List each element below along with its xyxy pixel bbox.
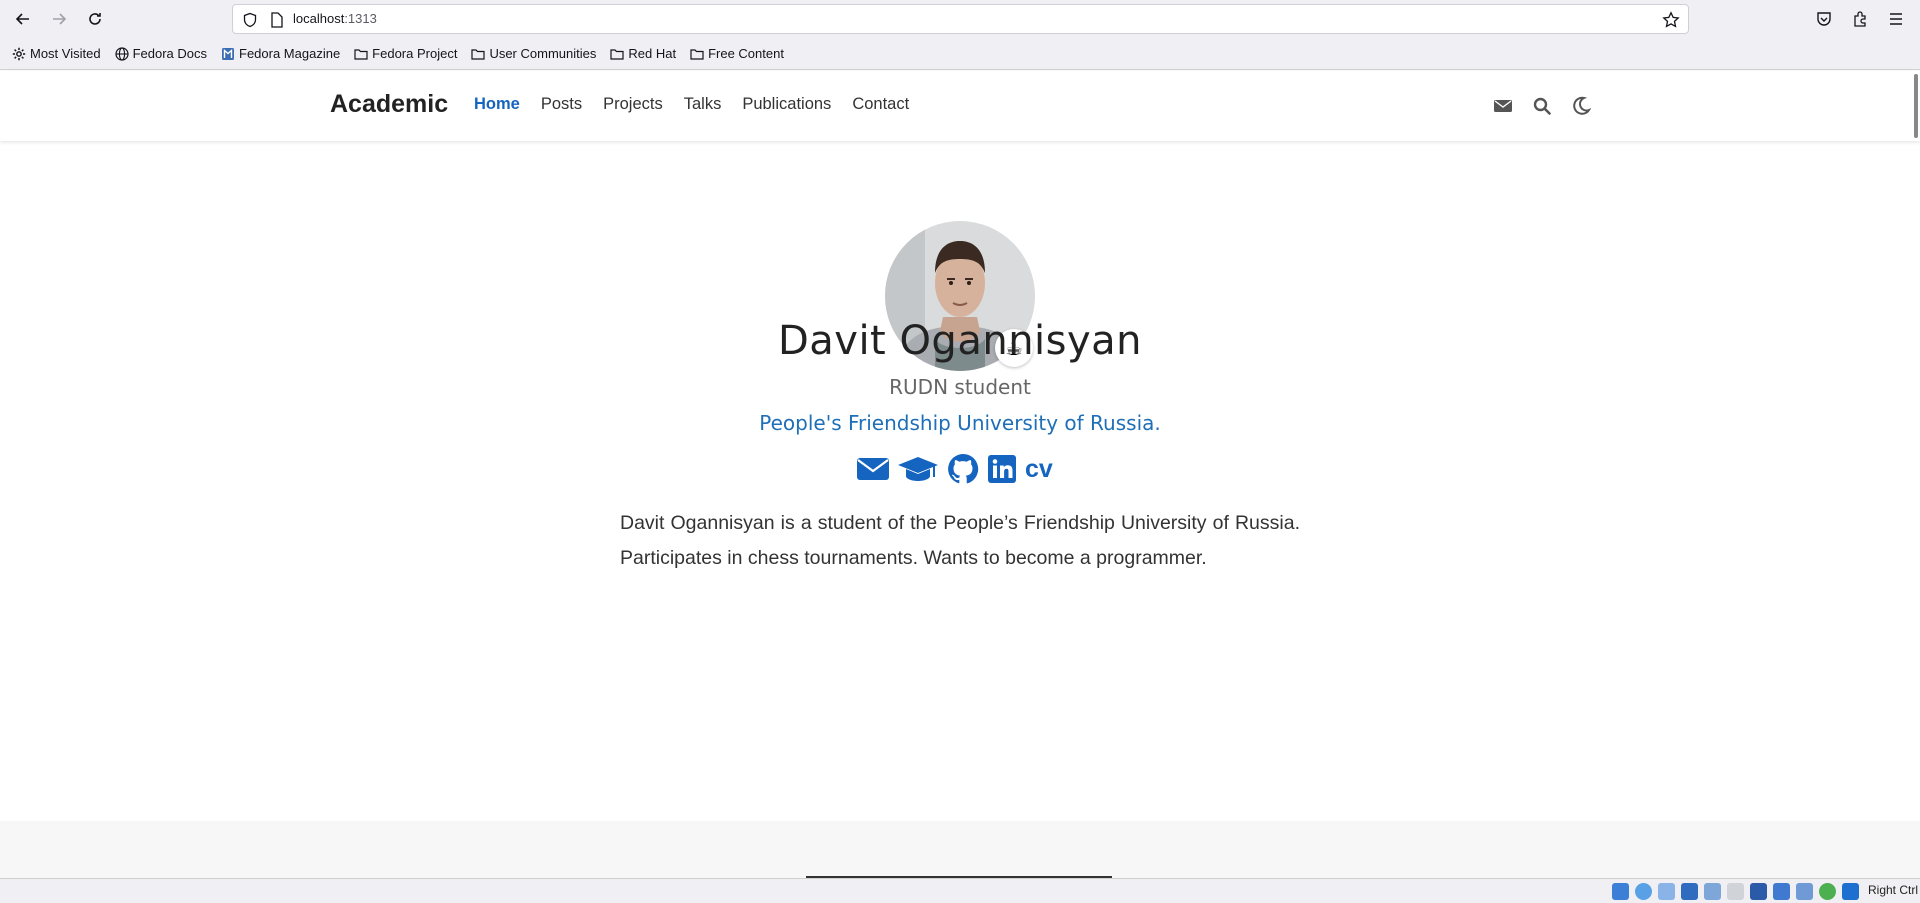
optical-drive-icon[interactable] — [1635, 883, 1652, 900]
website-viewport: Academic Home Posts Projects Talks Publi… — [0, 71, 1920, 831]
envelope-icon[interactable] — [1493, 96, 1513, 116]
bookmark-user-communities[interactable]: User Communities — [471, 46, 596, 61]
site-navbar: Academic Home Posts Projects Talks Publi… — [0, 71, 1920, 141]
github-icon — [948, 453, 979, 484]
reload-button[interactable] — [81, 6, 109, 32]
social-links: cv — [857, 453, 1062, 485]
back-arrow-icon — [15, 13, 29, 25]
extensions-icon[interactable] — [1851, 10, 1869, 28]
url-bar[interactable]: localhost:1313 — [232, 4, 1689, 34]
folder-icon — [471, 48, 486, 60]
nav-posts[interactable]: Posts — [541, 95, 582, 114]
page-scrollbar[interactable] — [1914, 74, 1918, 138]
nav-home[interactable]: Home — [474, 95, 520, 114]
bookmark-most-visited[interactable]: Most Visited — [12, 46, 101, 61]
network-icon[interactable] — [1681, 883, 1698, 900]
page-icon — [271, 12, 283, 28]
bookmark-fedora-project[interactable]: Fedora Project — [354, 46, 457, 61]
folder-icon — [690, 48, 704, 60]
back-button[interactable] — [9, 6, 37, 32]
usb-icon[interactable] — [1704, 883, 1721, 900]
cv-link[interactable]: cv — [1025, 455, 1053, 484]
bookmark-fedora-docs[interactable]: Fedora Docs — [114, 46, 207, 61]
site-brand[interactable]: Academic — [330, 90, 448, 119]
vm-device-icons — [1612, 883, 1865, 900]
profile-role: RUDN student — [889, 375, 1031, 399]
main-nav: Home Posts Projects Talks Publications C… — [474, 95, 930, 114]
nav-contact[interactable]: Contact — [852, 95, 909, 114]
folder-icon — [354, 48, 368, 60]
social-linkedin-link[interactable] — [988, 455, 1016, 483]
mouse-integration-icon[interactable] — [1842, 883, 1859, 900]
video-capture-icon[interactable] — [1773, 883, 1790, 900]
social-email-link[interactable] — [857, 456, 889, 482]
social-github-link[interactable] — [947, 453, 979, 485]
bookmark-red-hat[interactable]: Red Hat — [610, 46, 676, 61]
guest-additions-icon[interactable] — [1819, 883, 1836, 900]
search-icon[interactable] — [1532, 96, 1552, 116]
display-icon[interactable] — [1750, 883, 1767, 900]
bookmark-fedora-magazine[interactable]: Fedora Magazine — [221, 46, 340, 61]
url-text[interactable]: localhost:1313 — [293, 11, 377, 26]
forward-button[interactable] — [45, 6, 73, 32]
pocket-icon[interactable] — [1815, 10, 1833, 28]
shield-icon[interactable] — [242, 12, 258, 28]
profile-bio: Davit Ogannisyan is a student of the Peo… — [620, 512, 1300, 569]
hamburger-menu-icon[interactable] — [1887, 10, 1905, 28]
bookmarks-toolbar: Most Visited Fedora Docs Fedora Magazine… — [0, 38, 1920, 70]
hard-disk-icon[interactable] — [1612, 883, 1629, 900]
reload-icon — [89, 13, 101, 25]
profile-name: Davit Ogannisyan — [777, 318, 1143, 364]
globe-icon — [114, 46, 129, 61]
vm-status-bar: Right Ctrl — [0, 878, 1920, 903]
linkedin-icon — [988, 455, 1016, 483]
fedora-magazine-icon — [222, 47, 234, 60]
bookmark-free-content[interactable]: Free Content — [690, 46, 784, 61]
social-scholar-link[interactable] — [898, 455, 938, 483]
nav-projects[interactable]: Projects — [603, 95, 663, 114]
forward-arrow-icon — [53, 13, 67, 25]
folder-icon — [610, 48, 624, 60]
envelope-icon — [857, 458, 889, 480]
gear-icon — [12, 47, 26, 60]
graduation-cap-icon — [898, 457, 938, 481]
moon-icon[interactable] — [1571, 96, 1591, 116]
audio-icon[interactable] — [1658, 883, 1675, 900]
profile-organization-link[interactable]: People's Friendship University of Russia… — [0, 411, 1920, 435]
nav-talks[interactable]: Talks — [684, 95, 722, 114]
host-key-label: Right Ctrl — [1867, 883, 1918, 897]
shared-folders-icon[interactable] — [1727, 883, 1744, 900]
bookmark-star-icon[interactable] — [1662, 11, 1680, 29]
next-section-background-lower — [0, 821, 1920, 878]
browser-toolbar: localhost:1313 — [0, 0, 1920, 38]
cpu-icon[interactable] — [1796, 883, 1813, 900]
nav-publications[interactable]: Publications — [742, 95, 831, 114]
